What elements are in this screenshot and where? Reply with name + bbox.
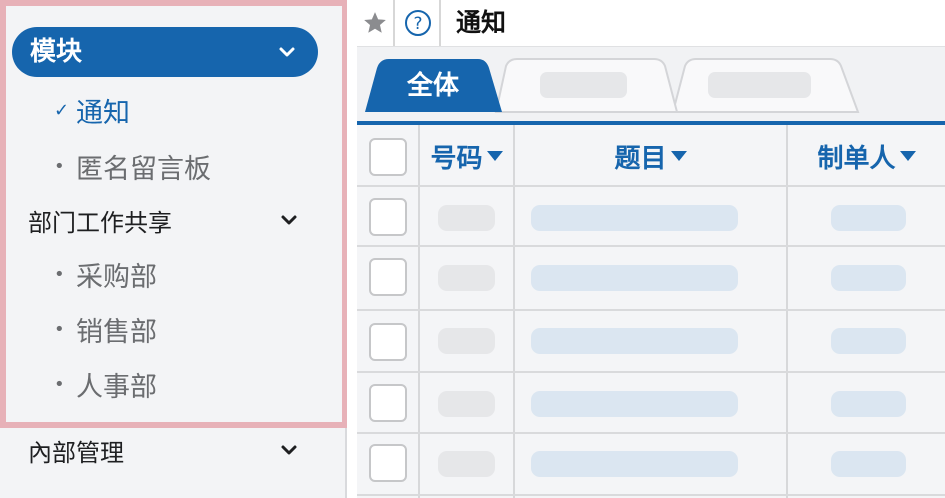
sidebar-item-sales[interactable]: • 销售部 <box>54 309 157 349</box>
sidebar-item-purchasing[interactable]: • 采购部 <box>54 254 157 294</box>
notice-table: 号码 题目 制单人 <box>357 125 945 498</box>
number-placeholder <box>438 328 495 354</box>
bullet-icon: • <box>54 263 65 285</box>
number-placeholder <box>438 451 495 477</box>
number-placeholder <box>438 391 495 417</box>
subject-placeholder[interactable] <box>531 265 738 291</box>
row-divider <box>357 309 945 311</box>
tab-3[interactable] <box>676 59 856 113</box>
row-checkbox[interactable] <box>369 323 407 361</box>
column-header-number[interactable]: 号码 <box>420 125 513 187</box>
tab-2[interactable] <box>500 59 670 113</box>
row-divider <box>357 432 945 434</box>
subject-placeholder[interactable] <box>531 451 738 477</box>
bullet-icon: • <box>54 373 65 395</box>
tab-all[interactable]: 全体 <box>365 70 501 102</box>
tab-label-placeholder <box>540 72 627 98</box>
creator-placeholder <box>831 205 906 231</box>
sidebar-section-label: 部门工作共享 <box>28 208 172 237</box>
column-header-label: 号码 <box>430 143 483 174</box>
row-checkbox[interactable] <box>369 384 407 422</box>
column-header-label: 制单人 <box>817 143 896 174</box>
sidebar-section-label: 內部管理 <box>28 438 124 467</box>
row-divider <box>357 494 945 496</box>
number-placeholder <box>438 265 495 291</box>
subject-placeholder[interactable] <box>531 328 738 354</box>
row-checkbox[interactable] <box>369 198 407 236</box>
column-header-subject[interactable]: 题目 <box>515 125 786 187</box>
tab-label-placeholder <box>708 72 811 98</box>
sidebar-item-hr[interactable]: • 人事部 <box>54 364 157 404</box>
sort-down-icon <box>486 151 503 161</box>
sidebar-item-label: 匿名留言板 <box>76 153 211 185</box>
subject-placeholder[interactable] <box>531 391 738 417</box>
sidebar-item-anonymous-board[interactable]: • 匿名留言板 <box>54 146 211 186</box>
chevron-down-icon <box>281 445 297 455</box>
row-divider <box>357 185 945 187</box>
sidebar-item-label: 采购部 <box>76 261 157 293</box>
column-header-label: 题目 <box>614 143 667 174</box>
row-divider <box>357 245 945 247</box>
row-checkbox[interactable] <box>369 258 407 296</box>
sort-down-icon <box>899 151 916 161</box>
sidebar-section-internal-management[interactable]: 內部管理 <box>28 432 298 468</box>
creator-placeholder <box>831 391 906 417</box>
sort-down-icon <box>670 151 687 161</box>
sidebar-section-department-sharing[interactable]: 部门工作共享 <box>28 202 298 238</box>
app-window: 模块 ✓ 通知 • 匿名留言板 部门工作共享 • 采购部 • 销售部 • 人事部… <box>0 0 945 498</box>
creator-placeholder <box>831 265 906 291</box>
sidebar-item-label: 人事部 <box>76 371 157 403</box>
bullet-icon: • <box>54 318 65 340</box>
sidebar-item-label: 销售部 <box>76 316 157 348</box>
creator-placeholder <box>831 328 906 354</box>
bullet-icon: • <box>54 155 65 177</box>
creator-placeholder <box>831 451 906 477</box>
select-all-checkbox[interactable] <box>369 138 407 176</box>
subject-placeholder[interactable] <box>531 205 738 231</box>
column-header-creator[interactable]: 制单人 <box>788 125 945 187</box>
row-checkbox[interactable] <box>369 444 407 482</box>
row-divider <box>357 371 945 373</box>
number-placeholder <box>438 205 495 231</box>
chevron-down-icon <box>281 215 297 225</box>
